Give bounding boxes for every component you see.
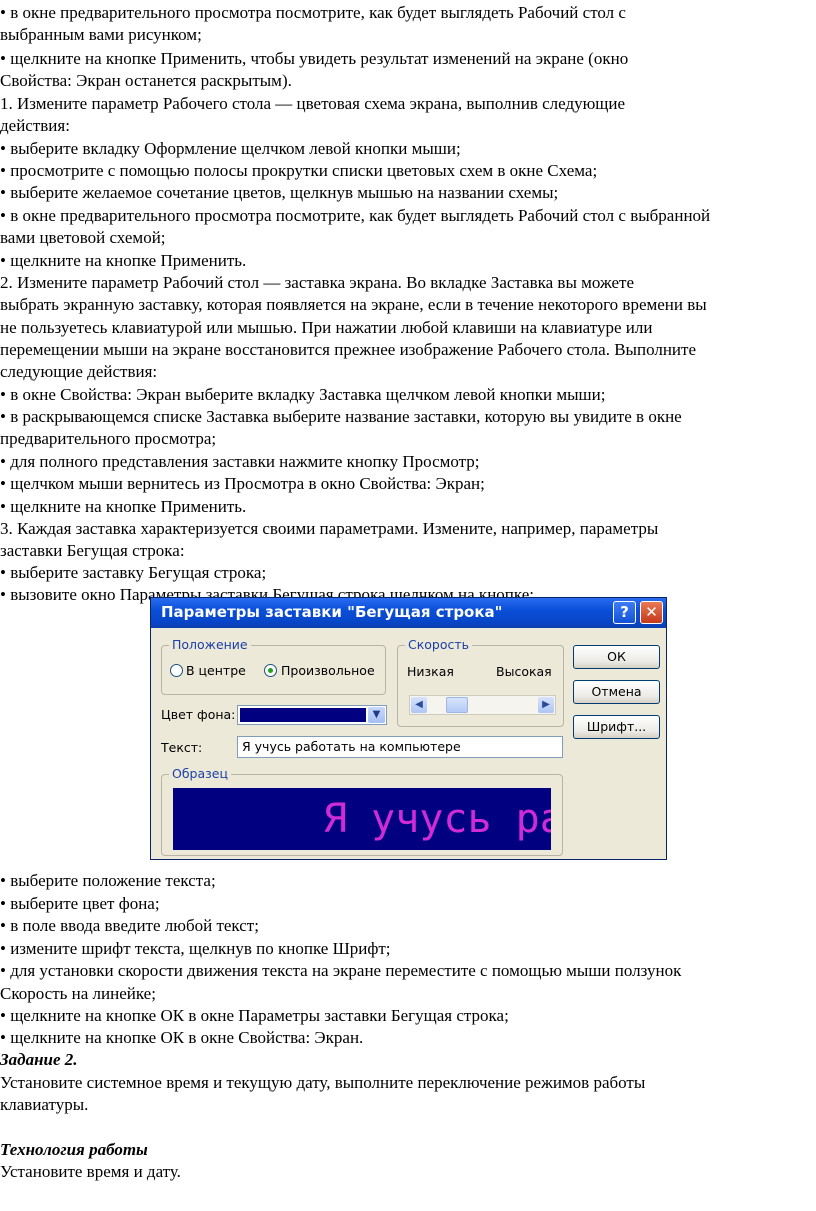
font-button[interactable]: Шрифт... — [573, 715, 660, 739]
scroll-left-arrow-icon[interactable]: ◀ — [411, 697, 427, 713]
text-line: • выберите заставку Бегущая строка; — [0, 563, 267, 582]
speed-high-label: Высокая — [496, 664, 552, 679]
speed-slider[interactable]: ◀ ▶ — [409, 695, 556, 715]
bg-color-label: Цвет фона: — [161, 707, 236, 722]
text-line: • просмотрите с помощью полосы прокрутки… — [0, 161, 598, 180]
radio-random[interactable] — [264, 664, 277, 677]
chevron-down-icon[interactable]: ▼ — [368, 707, 385, 723]
speed-low-label: Низкая — [407, 664, 454, 679]
text-line: 1. Измените параметр Рабочего стола — цв… — [0, 94, 626, 113]
screensaver-settings-dialog: Параметры заставки "Бегущая строка" ? ✕ … — [150, 597, 667, 860]
text-line: 2. Измените параметр Рабочий стол — заст… — [0, 273, 634, 292]
text-line: • в окне предварительного просмотра посм… — [0, 3, 626, 22]
radio-center-label: В центре — [186, 663, 246, 678]
close-button[interactable]: ✕ — [640, 601, 663, 624]
text-line: • для установки скорости движения текста… — [0, 961, 682, 980]
text-line: не пользуетесь клавиатурой или мышью. Пр… — [0, 318, 653, 337]
scroll-right-arrow-icon[interactable]: ▶ — [538, 697, 554, 713]
text-line: Установите время и дату. — [0, 1162, 181, 1181]
text-label: Текст: — [161, 740, 203, 755]
text-line: • выберите желаемое сочетание цветов, ще… — [0, 183, 559, 202]
text-line: действия: — [0, 116, 70, 135]
text-input[interactable]: Я учусь работать на компьютере — [237, 736, 563, 758]
ok-button[interactable]: ОК — [573, 645, 660, 669]
text-line: заставки Бегущая строка: — [0, 541, 185, 560]
text-line: 3. Каждая заставка характеризуется своим… — [0, 519, 659, 538]
text-line: • выберите положение текста; — [0, 871, 216, 890]
text-line: • в раскрывающемся списке Заставка выбер… — [0, 407, 682, 426]
dialog-title: Параметры заставки "Бегущая строка" — [161, 603, 503, 621]
sample-group-label: Образец — [169, 766, 231, 781]
dialog-titlebar: Параметры заставки "Бегущая строка" ? ✕ — [151, 598, 666, 628]
text-line: • выберите цвет фона; — [0, 894, 160, 913]
task-heading: Задание 2. — [0, 1050, 78, 1069]
sample-preview: Я учусь раб — [173, 788, 551, 850]
radio-center[interactable] — [170, 664, 183, 677]
text-line: • щелкните на кнопке ОК в окне Свойства:… — [0, 1028, 364, 1047]
text-line: • в окне Свойства: Экран выберите вкладк… — [0, 385, 606, 404]
text-line: выбранным вами рисунком; — [0, 25, 202, 44]
help-button[interactable]: ? — [613, 601, 636, 624]
text-line: • щелкните на кнопке Применить. — [0, 251, 247, 270]
section-heading: Технология работы — [0, 1140, 148, 1159]
speed-group-label: Скорость — [405, 637, 473, 652]
text-line: перемещении мыши на экране восстановится… — [0, 340, 696, 359]
text-line: • в поле ввода введите любой текст; — [0, 916, 259, 935]
text-line: • выберите вкладку Оформление щелчком ле… — [0, 139, 461, 158]
text-line: Скорость на линейке; — [0, 984, 156, 1003]
speed-slider-thumb[interactable] — [446, 697, 468, 713]
text-line: • щелкните на кнопке ОК в окне Параметры… — [0, 1006, 509, 1025]
position-group-label: Положение — [169, 637, 251, 652]
text-line: предварительного просмотра; — [0, 429, 217, 448]
text-line: вами цветовой схемой; — [0, 228, 166, 247]
sample-preview-text: Я учусь раб — [323, 796, 551, 842]
bg-color-swatch — [240, 708, 366, 722]
text-line: • щелкните на кнопке Применить, чтобы ув… — [0, 49, 629, 68]
text-line: Установите системное время и текущую дат… — [0, 1073, 646, 1092]
text-line: следующие действия: — [0, 362, 158, 381]
bg-color-select[interactable]: ▼ — [237, 705, 387, 725]
text-line: • для полного представления заставки наж… — [0, 452, 480, 471]
text-line: • щелкните на кнопке Применить. — [0, 497, 247, 516]
cancel-button[interactable]: Отмена — [573, 680, 660, 704]
text-line: • щелчком мыши вернитесь из Просмотра в … — [0, 474, 485, 493]
text-line: • измените шрифт текста, щелкнув по кноп… — [0, 939, 391, 958]
text-line: выбрать экранную заставку, которая появл… — [0, 295, 707, 314]
text-line: Свойства: Экран останется раскрытым). — [0, 71, 292, 90]
text-line: клавиатуры. — [0, 1095, 89, 1114]
text-line: • в окне предварительного просмотра посм… — [0, 206, 711, 225]
radio-random-label: Произвольное — [281, 663, 375, 678]
